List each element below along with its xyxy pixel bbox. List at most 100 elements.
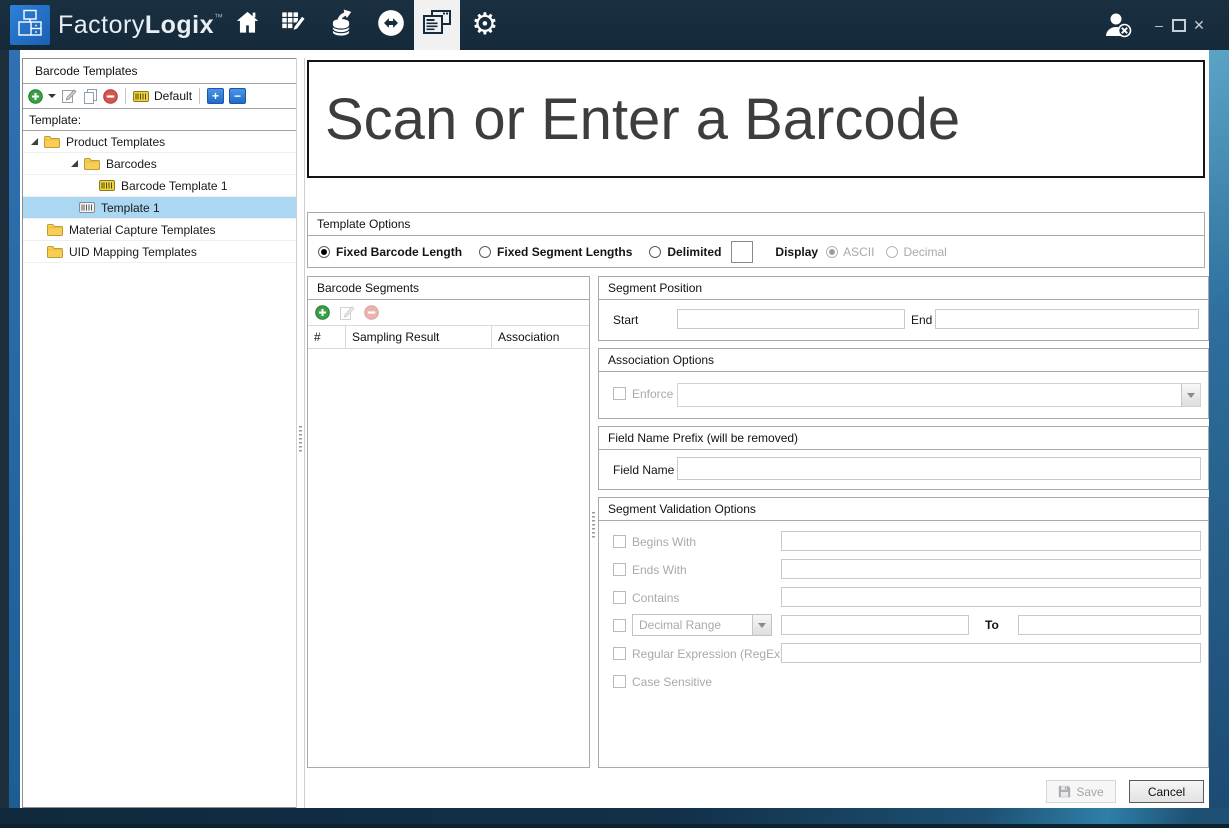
- case-sensitive-checkbox[interactable]: [613, 675, 626, 688]
- begins-with-checkbox[interactable]: [613, 535, 626, 548]
- tree-item-template-1-selected[interactable]: Template 1: [23, 197, 298, 219]
- field-name-prefix-group: Field Name Prefix (will be removed) Fiel…: [598, 426, 1209, 490]
- delimited-radio[interactable]: [649, 246, 661, 258]
- add-dropdown-caret-icon[interactable]: [48, 94, 56, 98]
- fixed-segment-lengths-radio[interactable]: [479, 246, 491, 258]
- end-input[interactable]: [935, 309, 1199, 329]
- barcode-segments-toolbar: [308, 300, 589, 325]
- add-segment-icon[interactable]: [315, 305, 330, 320]
- barcode-segments-group: Barcode Segments # Sampling Result Assoc…: [307, 276, 590, 768]
- tree-item-uid-mapping-templates[interactable]: UID Mapping Templates: [23, 241, 298, 263]
- nav-production[interactable]: [270, 0, 316, 50]
- group-title-text: Template Options: [317, 217, 410, 231]
- range-from-input[interactable]: [781, 615, 969, 635]
- sync-icon: [377, 9, 405, 42]
- regex-checkbox[interactable]: [613, 647, 626, 660]
- nav-data[interactable]: [318, 0, 364, 50]
- column-sampling-result[interactable]: Sampling Result: [346, 326, 492, 348]
- display-decimal-radio[interactable]: [886, 246, 898, 258]
- cancel-button[interactable]: Cancel: [1129, 780, 1204, 803]
- ends-with-input[interactable]: [781, 559, 1201, 579]
- nav-home[interactable]: [224, 0, 270, 50]
- regex-input[interactable]: [781, 643, 1201, 663]
- start-input[interactable]: [677, 309, 905, 329]
- save-button[interactable]: Save: [1046, 780, 1116, 803]
- copy-icon[interactable]: [82, 88, 98, 104]
- edit-icon[interactable]: [61, 88, 77, 104]
- production-edit-icon: [280, 9, 307, 41]
- maximize-button[interactable]: [1170, 0, 1188, 50]
- association-combobox[interactable]: [677, 383, 1201, 407]
- begins-with-input[interactable]: [781, 531, 1201, 551]
- display-label: Display: [775, 245, 818, 259]
- default-template-label[interactable]: Default: [154, 89, 192, 103]
- ends-with-label[interactable]: Ends With: [632, 563, 687, 577]
- tree-item-product-templates[interactable]: Product Templates: [23, 131, 298, 153]
- data-import-icon: [328, 9, 354, 42]
- display-ascii-radio[interactable]: [826, 246, 838, 258]
- nav-settings[interactable]: ⚙: [462, 0, 508, 50]
- group-title-text: Field Name Prefix (will be removed): [608, 431, 798, 445]
- enforce-label[interactable]: Enforce: [632, 387, 673, 401]
- delimiter-input[interactable]: [731, 241, 753, 263]
- regex-label[interactable]: Regular Expression (RegEx):: [632, 647, 787, 661]
- end-label: End: [911, 313, 932, 327]
- tree-item-barcode-template-1[interactable]: Barcode Template 1: [23, 175, 298, 197]
- display-ascii-label[interactable]: ASCII: [843, 245, 874, 259]
- enforce-checkbox[interactable]: [613, 387, 626, 400]
- association-options-group: Association Options Enforce: [598, 348, 1209, 419]
- delete-icon[interactable]: [103, 89, 118, 104]
- tree-item-barcodes[interactable]: Barcodes: [23, 153, 298, 175]
- brand-bold: Logix: [145, 11, 214, 40]
- tree-item-label: Product Templates: [66, 135, 165, 149]
- fixed-barcode-length-radio[interactable]: [318, 246, 330, 258]
- edit-segment-icon[interactable]: [339, 305, 355, 321]
- delimited-label[interactable]: Delimited: [667, 245, 721, 259]
- toolbar-separator: [125, 88, 126, 104]
- expander-icon[interactable]: [71, 160, 78, 167]
- contains-input[interactable]: [781, 587, 1201, 607]
- start-label: Start: [613, 313, 638, 327]
- segment-validation-title: Segment Validation Options: [599, 498, 1208, 521]
- add-icon[interactable]: [28, 89, 43, 104]
- range-type-combobox[interactable]: Decimal Range: [632, 614, 772, 636]
- window-edge-right-blue: [1209, 50, 1229, 808]
- user-logout-button[interactable]: [1103, 12, 1135, 44]
- close-button[interactable]: ✕: [1190, 0, 1208, 50]
- tree-item-label: Template 1: [101, 201, 160, 215]
- nav-sync[interactable]: [368, 0, 414, 50]
- collapse-all-button[interactable]: −: [229, 88, 246, 104]
- column-association[interactable]: Association: [492, 326, 589, 348]
- association-options-title: Association Options: [599, 349, 1208, 372]
- column-number[interactable]: #: [308, 326, 346, 348]
- range-checkbox[interactable]: [613, 619, 626, 632]
- combobox-dropdown-button[interactable]: [752, 615, 771, 635]
- expand-all-button[interactable]: +: [207, 88, 224, 104]
- vertical-splitter[interactable]: [296, 58, 305, 808]
- minimize-button[interactable]: –: [1150, 0, 1168, 50]
- document-templates-icon: [422, 9, 452, 41]
- app-title: FactoryLogix™: [58, 0, 224, 50]
- case-sensitive-label[interactable]: Case Sensitive: [632, 675, 712, 689]
- delete-segment-icon[interactable]: [364, 305, 379, 320]
- display-decimal-label[interactable]: Decimal: [903, 245, 946, 259]
- combobox-dropdown-button[interactable]: [1181, 384, 1200, 406]
- contains-label[interactable]: Contains: [632, 591, 679, 605]
- folder-icon: [44, 135, 60, 148]
- barcode-gray-icon: [79, 202, 95, 213]
- fixed-barcode-length-label[interactable]: Fixed Barcode Length: [336, 245, 462, 259]
- fixed-segment-lengths-label[interactable]: Fixed Segment Lengths: [497, 245, 632, 259]
- home-icon: [234, 9, 261, 41]
- begins-with-label[interactable]: Begins With: [632, 535, 696, 549]
- field-name-input[interactable]: [677, 457, 1201, 480]
- minimize-icon: –: [1155, 17, 1163, 33]
- nav-templates[interactable]: [414, 0, 460, 50]
- close-icon: ✕: [1193, 17, 1205, 34]
- contains-checkbox[interactable]: [613, 591, 626, 604]
- scan-prompt-box[interactable]: Scan or Enter a Barcode: [307, 60, 1205, 178]
- ends-with-checkbox[interactable]: [613, 563, 626, 576]
- expander-icon[interactable]: [31, 138, 38, 145]
- tree-item-material-capture-templates[interactable]: Material Capture Templates: [23, 219, 298, 241]
- range-to-input[interactable]: [1018, 615, 1201, 635]
- inner-splitter[interactable]: [591, 276, 597, 768]
